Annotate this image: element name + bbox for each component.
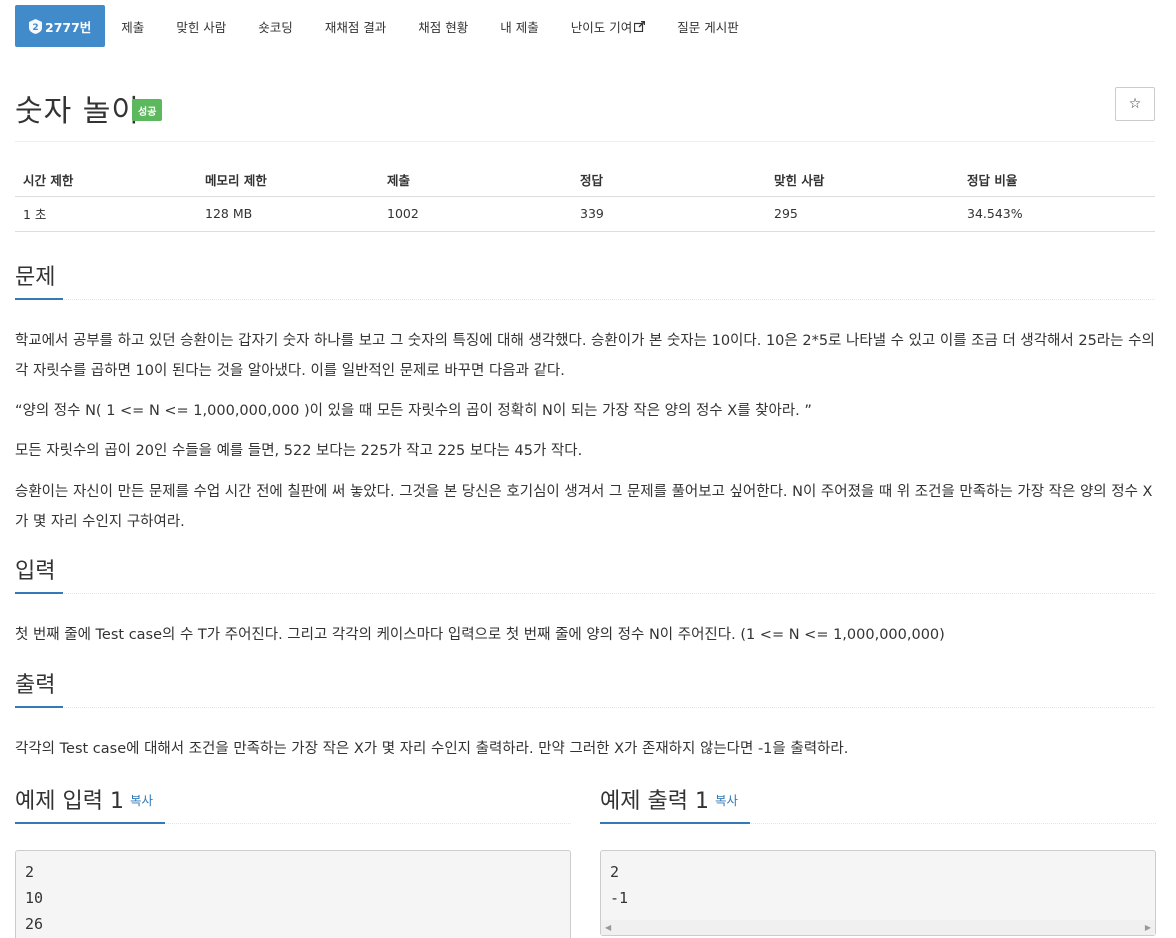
description-paragraph-2: “양의 정수 N( 1 <= N <= 1,000,000,000 )이 있을 … — [15, 403, 812, 419]
status-badge: 성공 — [132, 99, 163, 121]
scroll-left-icon[interactable]: ◀ — [605, 923, 611, 932]
table-header-row: 시간 제한 메모리 제한 제출 정답 맞힌 사람 정답 비율 — [15, 164, 1155, 197]
scroll-right-icon[interactable]: ▶ — [1145, 923, 1151, 932]
sample-input-heading: 예제 입력 1 — [15, 789, 124, 814]
header-accepted: 정답 — [572, 164, 766, 197]
tier-badge-icon: 2 — [29, 18, 42, 34]
solved-users-value: 295 — [766, 196, 959, 232]
problem-menu: 2 2777번 제출 맞힌 사람 숏코딩 재채점 결과 채점 현황 내 제출 난… — [15, 5, 755, 47]
tab-rejudge-results[interactable]: 재채점 결과 — [309, 5, 402, 47]
star-icon: ☆ — [1128, 96, 1142, 112]
accept-ratio-value: 34.543% — [959, 196, 1155, 232]
input-heading: 입력 — [15, 558, 64, 594]
sample-input-section: 예제 입력 1 복사 2 10 26 — [15, 786, 571, 938]
memory-limit-value: 128 MB — [197, 196, 379, 232]
tab-difficulty-label: 난이도 기여 — [570, 19, 633, 35]
header-time-limit: 시간 제한 — [15, 164, 197, 197]
description-paragraph-1: 학교에서 공부를 하고 있던 승환이는 갑자기 숫자 하나를 보고 그 숫자의 … — [15, 333, 1155, 379]
accepted-value: 339 — [572, 196, 766, 232]
header-solved-users: 맞힌 사람 — [766, 164, 959, 197]
sample-input-header: 예제 입력 1 복사 — [15, 786, 571, 824]
output-description: 각각의 Test case에 대해서 조건을 만족하는 가장 작은 X가 몇 자… — [15, 741, 849, 757]
input-section-header: 입력 — [15, 558, 1155, 594]
tab-short-coding[interactable]: 숏코딩 — [242, 5, 309, 47]
tab-solved-users[interactable]: 맞힌 사람 — [160, 5, 242, 47]
tab-my-submissions[interactable]: 내 제출 — [484, 5, 554, 47]
svg-text:2: 2 — [32, 23, 38, 33]
header-submissions: 제출 — [379, 164, 572, 197]
sample-output-section: 예제 출력 1 복사 2 -1 ◀ ▶ — [600, 786, 1156, 936]
favorite-button[interactable]: ☆ — [1115, 87, 1155, 121]
output-heading: 출력 — [15, 672, 64, 708]
description-heading: 문제 — [15, 264, 64, 300]
sample-input-content: 2 10 26 — [15, 850, 571, 938]
sample-output-heading-wrap: 예제 출력 1 복사 — [600, 786, 750, 824]
tab-question-board[interactable]: 질문 게시판 — [661, 5, 754, 47]
output-section-header: 출력 — [15, 672, 1155, 708]
problem-header: 숫자 놀이 성공 ☆ — [15, 86, 1155, 142]
copy-output-button[interactable]: 복사 — [715, 793, 738, 808]
description-paragraph-3: 모든 자릿수의 곱이 20인 수들을 예를 들면, 522 보다는 225가 작… — [15, 443, 583, 459]
external-link-icon — [634, 20, 646, 32]
header-accept-ratio: 정답 비율 — [959, 164, 1155, 197]
sample-output-box: 2 -1 ◀ ▶ — [600, 850, 1156, 936]
sample-input-heading-wrap: 예제 입력 1 복사 — [15, 786, 165, 824]
problem-id-tab[interactable]: 2 2777번 — [15, 5, 106, 47]
tab-difficulty-contribution[interactable]: 난이도 기여 — [555, 5, 661, 47]
sample-output-header: 예제 출력 1 복사 — [600, 786, 1156, 824]
time-limit-value: 1 초 — [15, 196, 197, 232]
page-title: 숫자 놀이 — [15, 94, 140, 129]
problem-info-table: 시간 제한 메모리 제한 제출 정답 맞힌 사람 정답 비율 1 초 128 M… — [15, 164, 1155, 232]
tab-submit[interactable]: 제출 — [105, 5, 160, 47]
horizontal-scrollbar[interactable]: ◀ ▶ — [601, 920, 1155, 935]
description-paragraph-4: 승환이는 자신이 만든 문제를 수업 시간 전에 칠판에 써 놓았다. 그것을 … — [15, 484, 1153, 530]
submissions-value: 1002 — [379, 196, 572, 232]
tab-judge-status[interactable]: 채점 현황 — [402, 5, 484, 47]
description-section-header: 문제 — [15, 264, 1155, 300]
problem-id-label: 2777번 — [45, 19, 92, 35]
sample-output-heading: 예제 출력 1 — [600, 789, 709, 814]
header-memory-limit: 메모리 제한 — [197, 164, 379, 197]
table-row: 1 초 128 MB 1002 339 295 34.543% — [15, 196, 1155, 232]
input-description: 첫 번째 줄에 Test case의 수 T가 주어진다. 그리고 각각의 케이… — [15, 627, 945, 643]
copy-input-button[interactable]: 복사 — [130, 793, 153, 808]
